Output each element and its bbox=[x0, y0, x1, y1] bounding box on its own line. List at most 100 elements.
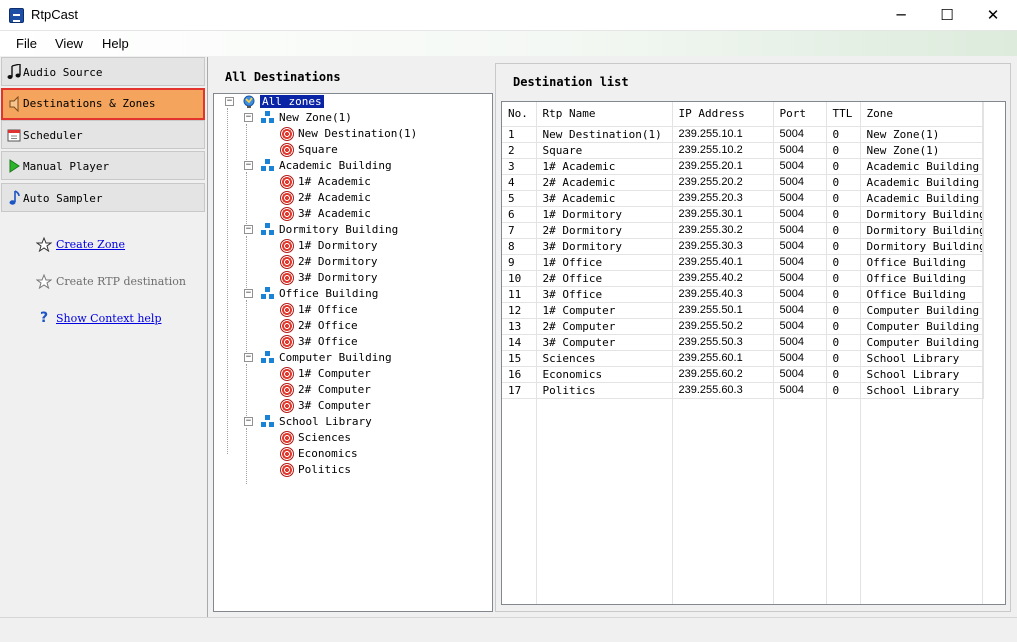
column-header-ip-address[interactable]: IP Address bbox=[672, 102, 774, 127]
zone-icon bbox=[261, 159, 275, 173]
destination-icon bbox=[280, 367, 294, 381]
list-panel-title: Destination list bbox=[513, 75, 629, 89]
table-row[interactable]: 4 2# Academic 239.255.20.2 5004 0 Academic Bu… bbox=[502, 174, 984, 191]
show-context-help-label: Show Context help bbox=[56, 312, 162, 325]
cell-port: 5004 bbox=[773, 350, 827, 367]
column-header-port[interactable]: Port bbox=[773, 102, 827, 127]
speaker-icon bbox=[9, 96, 19, 112]
collapse-toggle[interactable]: − bbox=[244, 289, 253, 298]
collapse-toggle[interactable]: − bbox=[244, 113, 253, 122]
tree-destination-label: 1# Academic bbox=[298, 175, 371, 188]
cell-ip-address: 239.255.20.1 bbox=[672, 158, 774, 175]
table-row[interactable]: 3 1# Academic 239.255.20.1 5004 0 Academic Bu… bbox=[502, 158, 984, 175]
nav-audio-source[interactable]: Audio Source bbox=[1, 57, 205, 86]
cell-rtp-name: 2# Academic bbox=[536, 174, 673, 191]
collapse-toggle[interactable]: − bbox=[244, 417, 253, 426]
menu-help[interactable]: Help bbox=[102, 36, 129, 51]
cell-rtp-name: 3# Office bbox=[536, 286, 673, 303]
cell-port: 5004 bbox=[773, 206, 827, 223]
minimize-button[interactable]: ─ bbox=[878, 0, 924, 31]
cell-port: 5004 bbox=[773, 238, 827, 255]
cell-no: 3 bbox=[502, 158, 537, 175]
column-divider bbox=[826, 102, 827, 604]
cell-ip-address: 239.255.40.1 bbox=[672, 254, 774, 271]
destination-icon bbox=[280, 127, 294, 141]
collapse-toggle[interactable]: − bbox=[244, 161, 253, 170]
table-row[interactable]: 6 1# Dormitory 239.255.30.1 5004 0 Dormitory … bbox=[502, 206, 984, 223]
app-icon bbox=[9, 8, 24, 23]
nav-scheduler-label: Scheduler bbox=[23, 129, 83, 142]
nav-audio-source-label: Audio Source bbox=[23, 66, 103, 79]
table-row[interactable]: 8 3# Dormitory 239.255.30.3 5004 0 Dormitory … bbox=[502, 238, 984, 255]
table-row[interactable]: 16 Economics 239.255.60.2 5004 0 School Libra… bbox=[502, 366, 984, 383]
music-note-icon bbox=[7, 64, 21, 79]
nav-destinations-zones[interactable]: Destinations & Zones bbox=[1, 88, 205, 120]
collapse-toggle[interactable]: − bbox=[244, 353, 253, 362]
tree-destination-label: New Destination(1) bbox=[298, 127, 418, 140]
maximize-button[interactable]: ☐ bbox=[924, 0, 970, 31]
globe-icon bbox=[243, 95, 255, 108]
table-row[interactable]: 11 3# Office 239.255.40.3 5004 0 Office Build… bbox=[502, 286, 984, 303]
table-row[interactable]: 9 1# Office 239.255.40.1 5004 0 Office Buildi… bbox=[502, 254, 984, 271]
column-header-no[interactable]: No. bbox=[502, 102, 537, 127]
column-divider bbox=[773, 102, 774, 604]
destination-list[interactable]: No. Rtp Name IP Address Port TTL Zone 1N… bbox=[501, 101, 1006, 605]
cell-rtp-name: New Destination(1) bbox=[536, 126, 673, 143]
tree-destination-label: 2# Office bbox=[298, 319, 358, 332]
nav-auto-sampler[interactable]: Auto Sampler bbox=[1, 183, 205, 212]
create-zone-label: Create Zone bbox=[56, 238, 126, 251]
table-row[interactable]: 12 1# Computer 239.255.50.1 5004 0 Computer B… bbox=[502, 302, 984, 319]
table-row[interactable]: 2 Square 239.255.10.2 5004 0 New Zone(1) bbox=[502, 142, 984, 159]
cell-port: 5004 bbox=[773, 286, 827, 303]
create-rtp-destination-label: Create RTP destination bbox=[56, 275, 186, 288]
cell-no: 7 bbox=[502, 222, 537, 239]
cell-no: 9 bbox=[502, 254, 537, 271]
tree-destination-label: 1# Office bbox=[298, 303, 358, 316]
cell-no: 1 bbox=[502, 126, 537, 143]
nav-manual-player[interactable]: Manual Player bbox=[1, 151, 205, 180]
cell-rtp-name: Politics bbox=[536, 382, 673, 399]
table-row[interactable]: 10 2# Office 239.255.40.2 5004 0 Office Build… bbox=[502, 270, 984, 287]
collapse-toggle[interactable]: − bbox=[225, 97, 234, 106]
column-header-rtp-name[interactable]: Rtp Name bbox=[536, 102, 673, 127]
tree-zone-label: Office Building bbox=[279, 287, 379, 300]
table-row[interactable]: 5 3# Academic 239.255.20.3 5004 0 Academic Bu… bbox=[502, 190, 984, 207]
tree-destination-label: 1# Computer bbox=[298, 367, 371, 380]
cell-rtp-name: 1# Office bbox=[536, 254, 673, 271]
destination-icon bbox=[280, 383, 294, 397]
menu-view[interactable]: View bbox=[55, 36, 83, 51]
cell-no: 15 bbox=[502, 350, 537, 367]
cell-ttl: 0 bbox=[826, 334, 861, 351]
table-row[interactable]: 14 3# Computer 239.255.50.3 5004 0 Computer B… bbox=[502, 334, 984, 351]
tree-destination-label: Politics bbox=[298, 463, 351, 476]
nav-scheduler[interactable]: Scheduler bbox=[1, 120, 205, 149]
table-row[interactable]: 15 Sciences 239.255.60.1 5004 0 School Librar… bbox=[502, 350, 984, 367]
cell-zone: Academic Building bbox=[860, 158, 984, 175]
table-row[interactable]: 17 Politics 239.255.60.3 5004 0 School Librar… bbox=[502, 382, 984, 399]
table-row[interactable]: 1 New Destination(1) 239.255.10.1 5004 0 New … bbox=[502, 126, 984, 143]
tree-guide bbox=[246, 428, 247, 484]
help-icon: ? bbox=[40, 310, 49, 326]
cell-zone: Academic Building bbox=[860, 190, 984, 207]
cell-rtp-name: 3# Dormitory bbox=[536, 238, 673, 255]
cell-port: 5004 bbox=[773, 334, 827, 351]
destination-icon bbox=[280, 463, 294, 477]
tree-guide bbox=[227, 108, 228, 454]
cell-port: 5004 bbox=[773, 270, 827, 287]
zone-icon bbox=[261, 287, 275, 301]
column-header-ttl[interactable]: TTL bbox=[826, 102, 861, 127]
cell-zone: Office Building bbox=[860, 286, 984, 303]
destination-icon bbox=[280, 207, 294, 221]
column-header-zone[interactable]: Zone bbox=[860, 102, 984, 127]
table-row[interactable]: 13 2# Computer 239.255.50.2 5004 0 Computer B… bbox=[502, 318, 984, 335]
collapse-toggle[interactable]: − bbox=[244, 225, 253, 234]
menu-file[interactable]: File bbox=[16, 36, 37, 51]
cell-ip-address: 239.255.60.2 bbox=[672, 366, 774, 383]
destination-tree[interactable]: − All zones − New Zone(1) New Destinatio… bbox=[213, 93, 493, 612]
cell-rtp-name: 3# Computer bbox=[536, 334, 673, 351]
destination-icon bbox=[280, 335, 294, 349]
close-button[interactable]: ✕ bbox=[970, 0, 1016, 31]
cell-zone: Computer Building bbox=[860, 334, 984, 351]
table-row[interactable]: 7 2# Dormitory 239.255.30.2 5004 0 Dormitory … bbox=[502, 222, 984, 239]
menu-bar: File View Help bbox=[0, 31, 1017, 56]
